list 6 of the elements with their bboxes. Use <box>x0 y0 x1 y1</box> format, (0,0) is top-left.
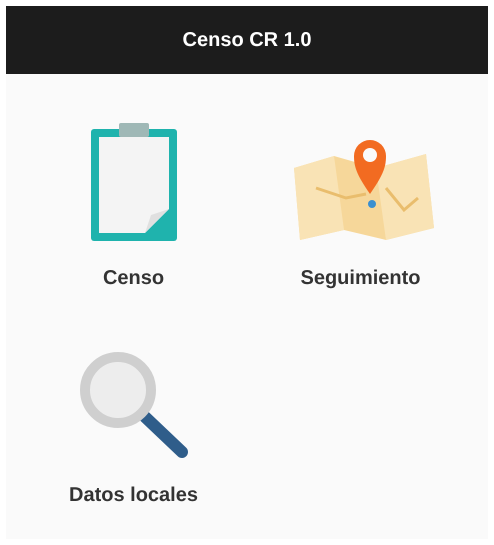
menu-item-label[interactable]: Censo <box>102 263 164 293</box>
menu-item-label[interactable]: Seguimiento <box>300 263 420 293</box>
search-icon <box>78 350 190 460</box>
menu-item-label[interactable]: Datos locales <box>69 480 198 510</box>
clipboard-icon <box>88 123 178 243</box>
app-title: Censo CR 1.0 <box>182 28 312 53</box>
